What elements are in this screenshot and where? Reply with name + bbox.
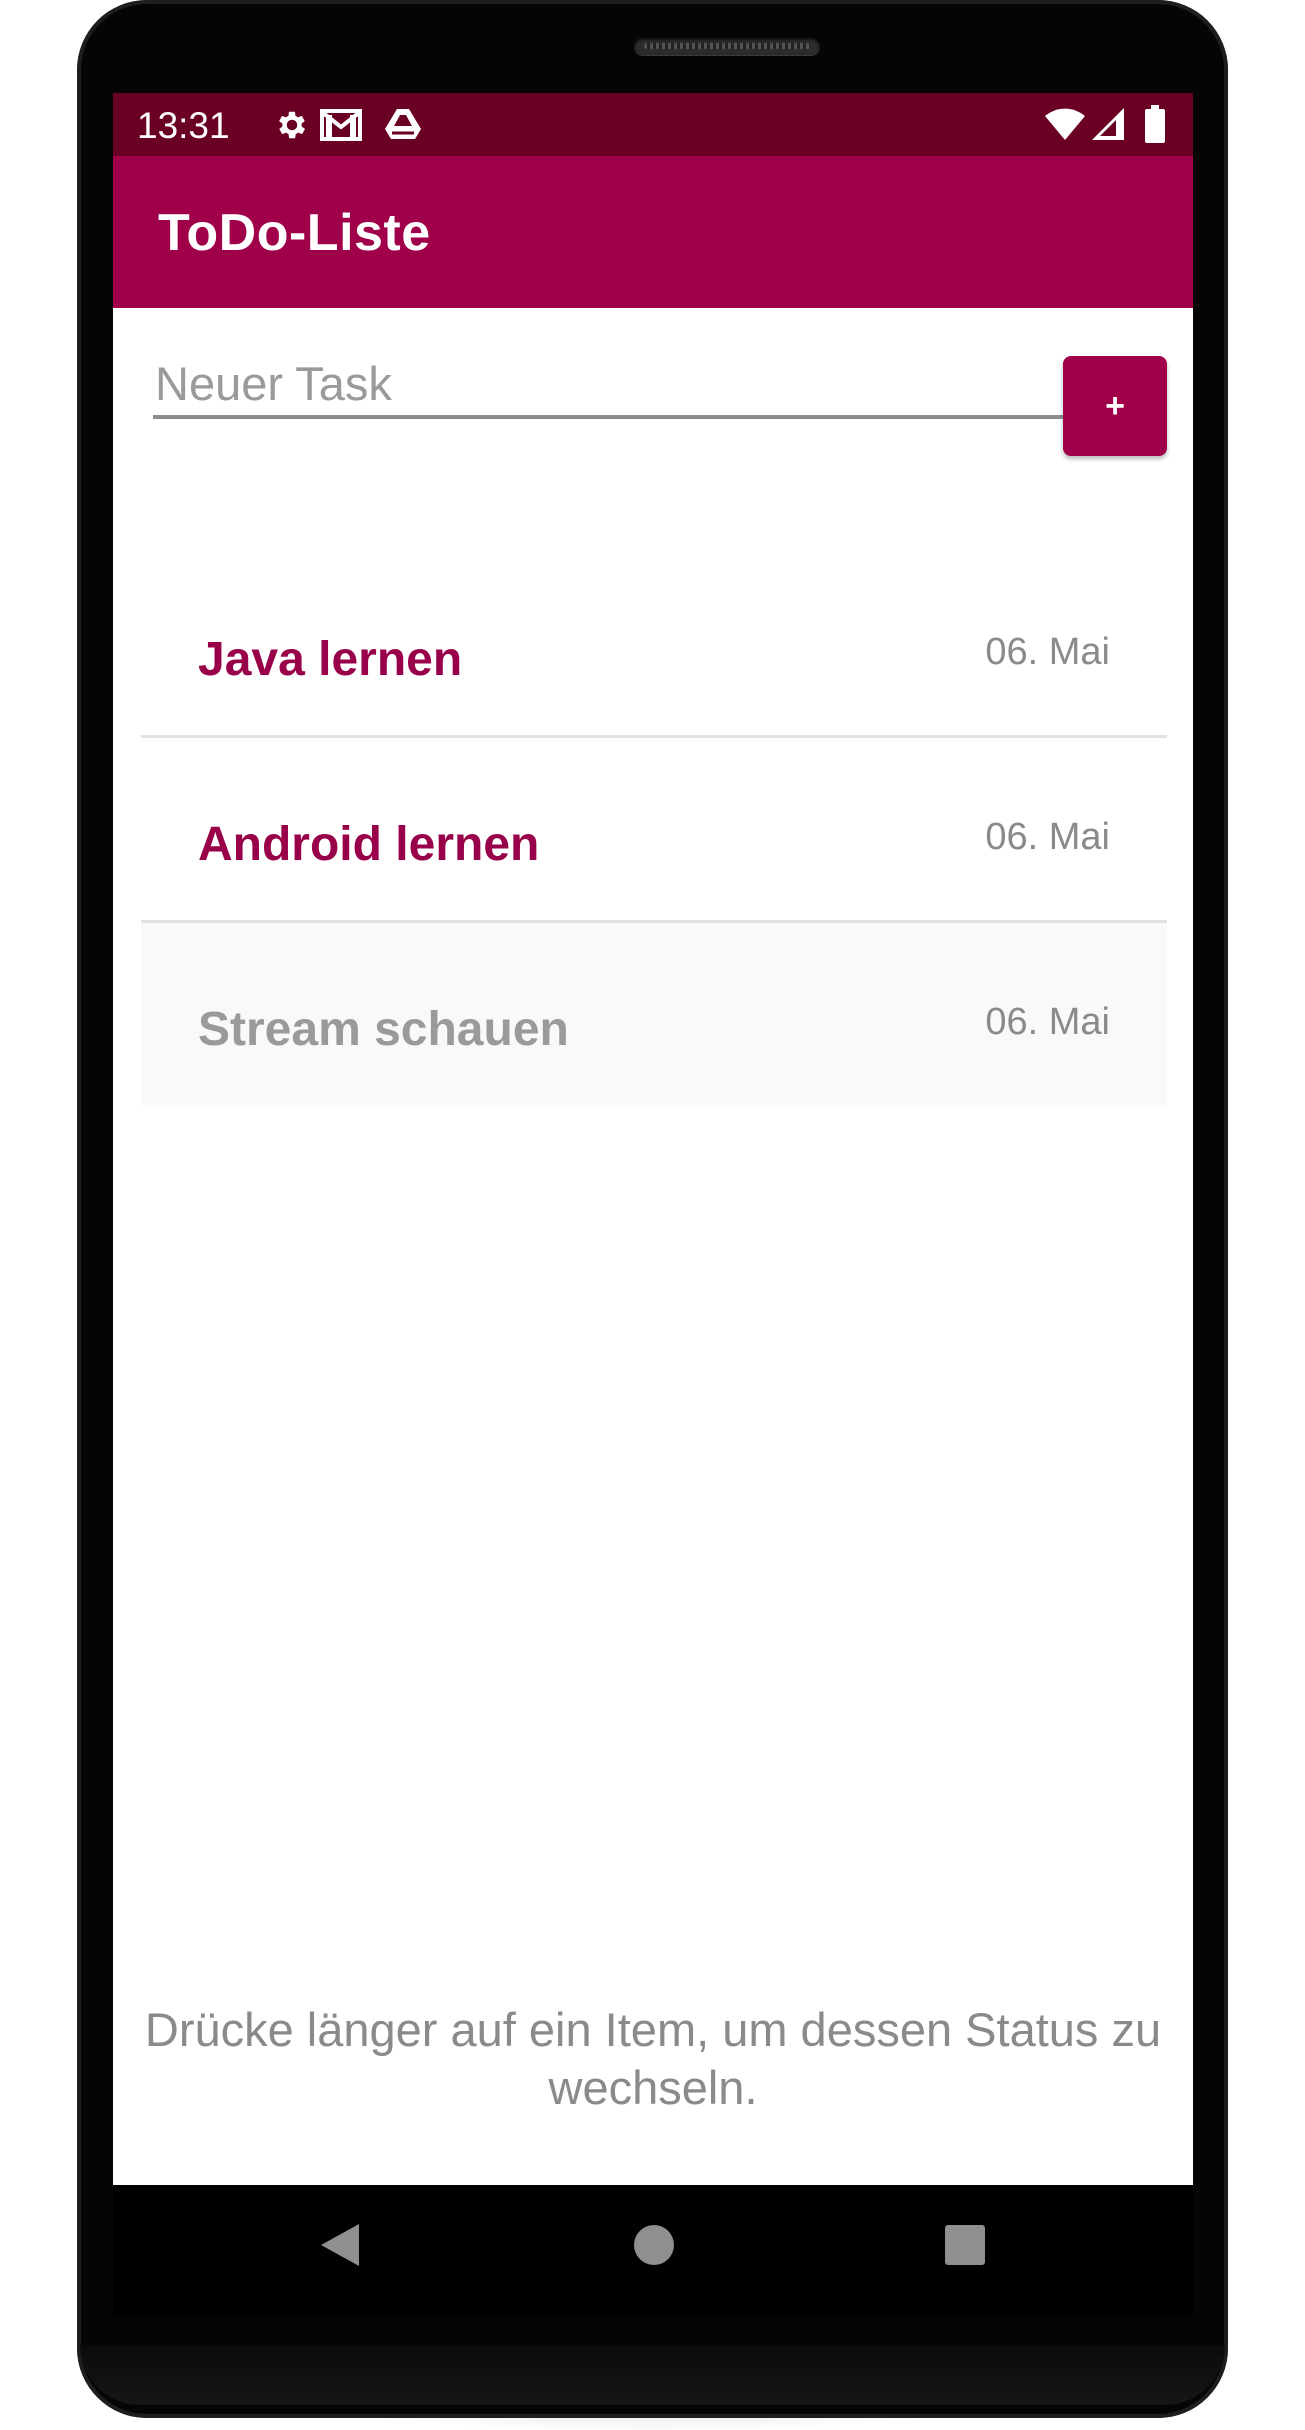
task-date: 06. Mai xyxy=(985,1001,1110,1043)
wifi-icon xyxy=(1045,108,1085,140)
drive-icon xyxy=(385,109,421,139)
task-title: Android lernen xyxy=(198,818,540,871)
navigation-bar xyxy=(113,2185,1193,2315)
task-item[interactable]: Android lernen 06. Mai xyxy=(141,738,1167,923)
app-screen: 13:31 ToDo-Liste + xyxy=(113,93,1193,2185)
task-list: Java lernen 06. Mai Android lernen 06. M… xyxy=(141,553,1167,1105)
status-time: 13:31 xyxy=(137,105,230,146)
gear-icon xyxy=(279,111,306,139)
task-date: 06. Mai xyxy=(985,631,1110,673)
home-icon[interactable] xyxy=(633,2220,675,2270)
signal-icon xyxy=(1092,108,1124,140)
new-task-input[interactable] xyxy=(153,355,1064,419)
app-title: ToDo-Liste xyxy=(158,204,431,262)
gmail-icon xyxy=(320,109,362,141)
add-task-button[interactable]: + xyxy=(1063,356,1167,456)
recents-icon[interactable] xyxy=(942,2220,988,2270)
task-title: Java lernen xyxy=(198,633,463,686)
task-date: 06. Mai xyxy=(985,816,1110,858)
battery-icon xyxy=(1145,105,1165,143)
back-icon[interactable] xyxy=(317,2220,363,2270)
task-item-done[interactable]: Stream schauen 06. Mai xyxy=(141,923,1167,1105)
phone-chin xyxy=(80,2345,1225,2405)
task-item[interactable]: Java lernen 06. Mai xyxy=(141,553,1167,738)
hint-text: Drücke länger auf ein Item, um dessen St… xyxy=(144,2003,1162,2114)
speaker-grille xyxy=(634,37,820,55)
app-bar: ToDo-Liste xyxy=(113,156,1193,308)
status-bar: 13:31 xyxy=(113,93,1193,156)
task-title: Stream schauen xyxy=(198,1003,569,1056)
